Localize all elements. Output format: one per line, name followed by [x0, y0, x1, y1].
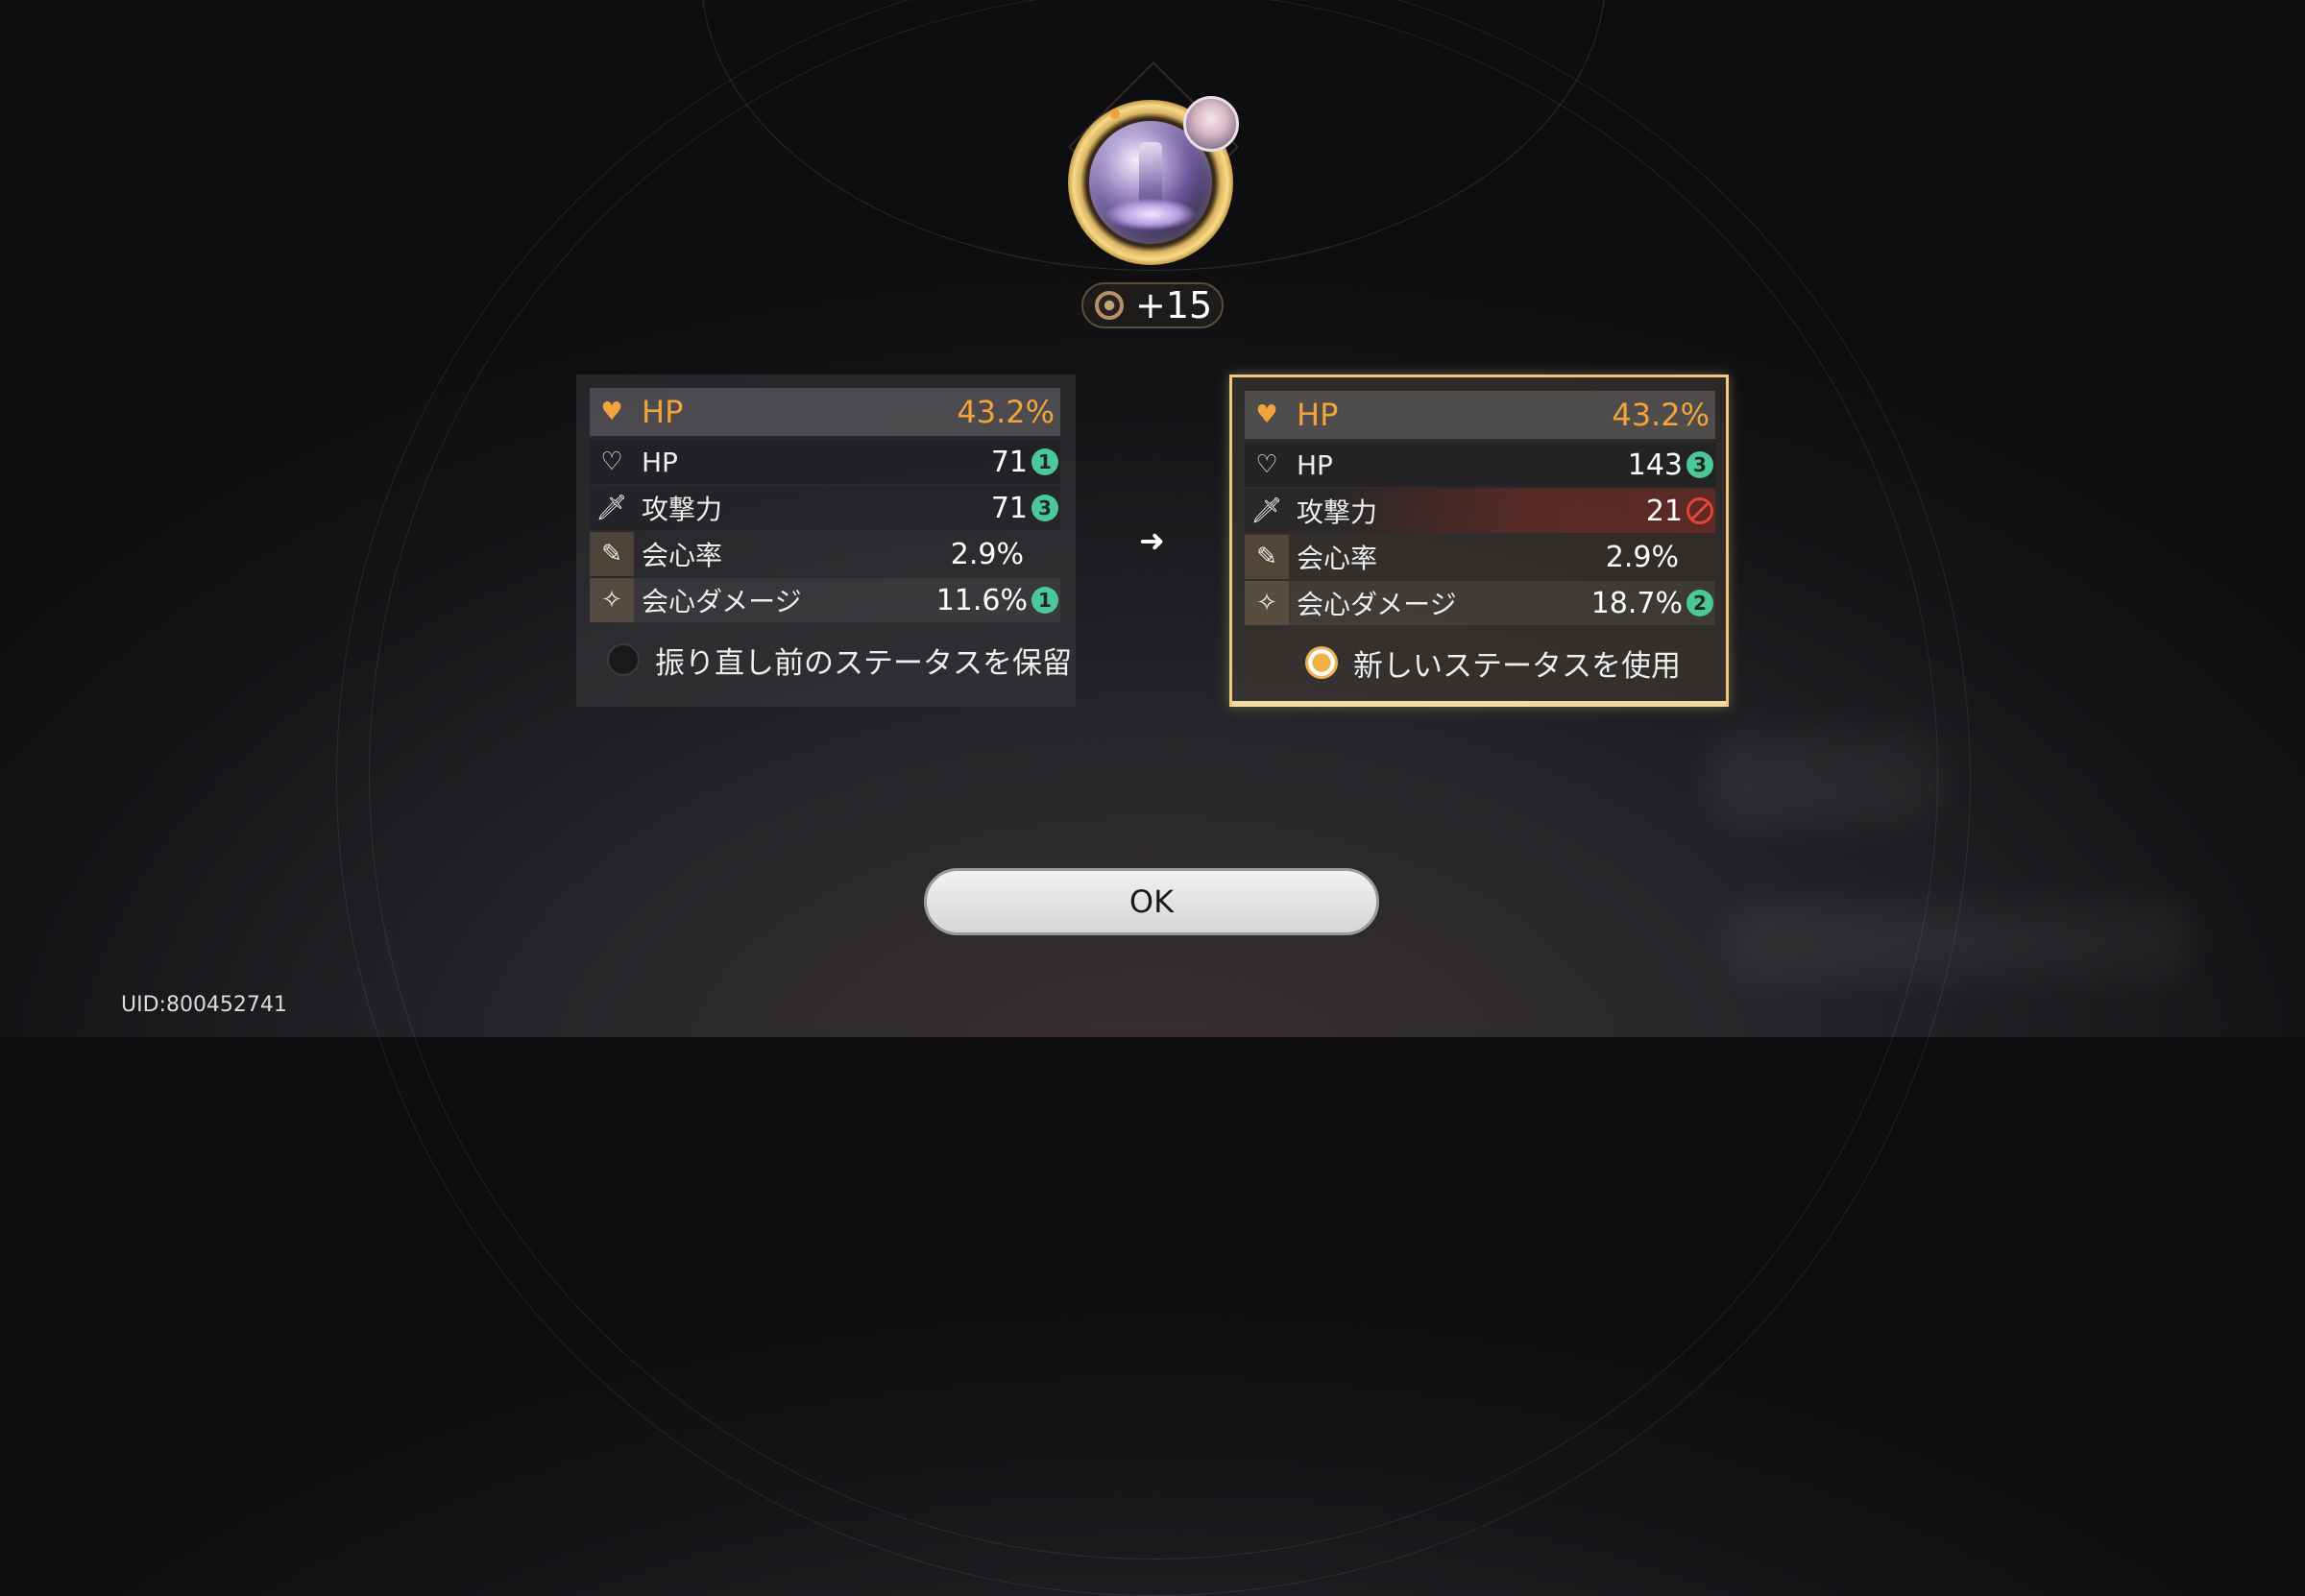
sub-stat-row: 🗡 攻撃力 21 — [1245, 489, 1715, 533]
heart-icon: ♥ — [1255, 400, 1278, 429]
stat-name: HP — [642, 446, 678, 478]
sub-stat-row: ✧ 会心ダメージ 11.6% 1 — [590, 578, 1060, 622]
stat-value: 2.9% — [1605, 540, 1679, 574]
tune-icon — [1095, 291, 1124, 320]
stat-name: 攻撃力 — [1297, 496, 1378, 528]
character-avatar — [1183, 96, 1239, 152]
main-stat-row: ♥ HP 43.2% — [590, 388, 1060, 436]
crit-rate-icon: ✎ — [1245, 535, 1289, 579]
stat-name: 会心率 — [642, 540, 723, 571]
radio-button[interactable] — [607, 643, 640, 676]
stat-value: 2.9% — [950, 537, 1024, 571]
roll-count-badge: 1 — [1031, 448, 1058, 475]
echo-wing-art — [1104, 198, 1197, 230]
sub-stat-row: ✎ 会心率 2.9% — [590, 532, 1060, 576]
indicator-dot — [1110, 109, 1120, 119]
option-label: 新しいステータスを使用 — [1353, 648, 1681, 684]
stat-value: 18.7% — [1590, 586, 1683, 620]
uid-label: UID:800452741 — [121, 993, 287, 1017]
background-blur — [1710, 730, 1940, 826]
sub-stat-row: ✎ 会心率 2.9% — [1245, 535, 1715, 579]
blocked-icon — [1686, 497, 1713, 524]
stat-name: 会心率 — [1297, 543, 1378, 574]
current-stats-panel[interactable]: ♥ HP 43.2% ♡ HP 71 1 🗡 攻撃力 71 3 ✎ 会心率 2.… — [576, 375, 1076, 707]
new-stats-panel[interactable]: ♥ HP 43.2% ♡ HP 143 3 🗡 攻撃力 21 ✎ 会心率 2.9… — [1229, 375, 1729, 707]
use-new-option[interactable]: 新しいステータスを使用 — [1232, 639, 1726, 687]
stat-name: 会心ダメージ — [1297, 589, 1457, 620]
ok-button[interactable]: OK — [924, 868, 1379, 935]
stat-value: 11.6% — [935, 583, 1028, 617]
heart-icon: ♡ — [600, 447, 623, 476]
arrow-right-icon: ➜ — [1139, 522, 1165, 559]
sub-stat-row: ✧ 会心ダメージ 18.7% 2 — [1245, 581, 1715, 625]
stat-value: 43.2% — [1612, 397, 1710, 433]
stat-value: 143 — [1627, 447, 1683, 482]
stat-value: 43.2% — [957, 394, 1055, 430]
keep-previous-option[interactable]: 振り直し前のステータスを保留 — [576, 636, 1076, 684]
stat-value: 71 — [990, 491, 1028, 525]
crit-damage-icon: ✧ — [590, 578, 634, 622]
echo-level: +15 — [1135, 284, 1213, 326]
sub-stat-row: ♡ HP 143 3 — [1245, 443, 1715, 487]
crit-rate-icon: ✎ — [590, 532, 634, 576]
stat-value: 21 — [1645, 494, 1683, 528]
sub-stat-row: ♡ HP 71 1 — [590, 440, 1060, 484]
echo-level-badge: +15 — [1081, 282, 1224, 328]
main-stat-row: ♥ HP 43.2% — [1245, 391, 1715, 439]
sword-icon: 🗡 — [595, 494, 628, 522]
stat-name: 会心ダメージ — [642, 586, 802, 617]
option-label: 振り直し前のステータスを保留 — [655, 645, 1072, 681]
stat-name: HP — [1297, 448, 1333, 481]
stat-value: 71 — [990, 445, 1028, 479]
crit-damage-icon: ✧ — [1245, 581, 1289, 625]
stat-name: HP — [642, 394, 684, 430]
sub-stat-row: 🗡 攻撃力 71 3 — [590, 486, 1060, 530]
roll-count-badge: 3 — [1031, 495, 1058, 521]
roll-count-badge: 1 — [1031, 587, 1058, 614]
background-blur — [1729, 903, 2190, 979]
sword-icon: 🗡 — [1250, 496, 1283, 525]
radio-button-selected[interactable] — [1305, 646, 1338, 679]
heart-icon: ♥ — [600, 398, 623, 426]
roll-count-badge: 3 — [1686, 451, 1713, 478]
roll-count-badge: 2 — [1686, 590, 1713, 617]
stat-name: 攻撃力 — [642, 494, 723, 525]
stat-name: HP — [1297, 397, 1339, 433]
heart-icon: ♡ — [1255, 450, 1278, 479]
